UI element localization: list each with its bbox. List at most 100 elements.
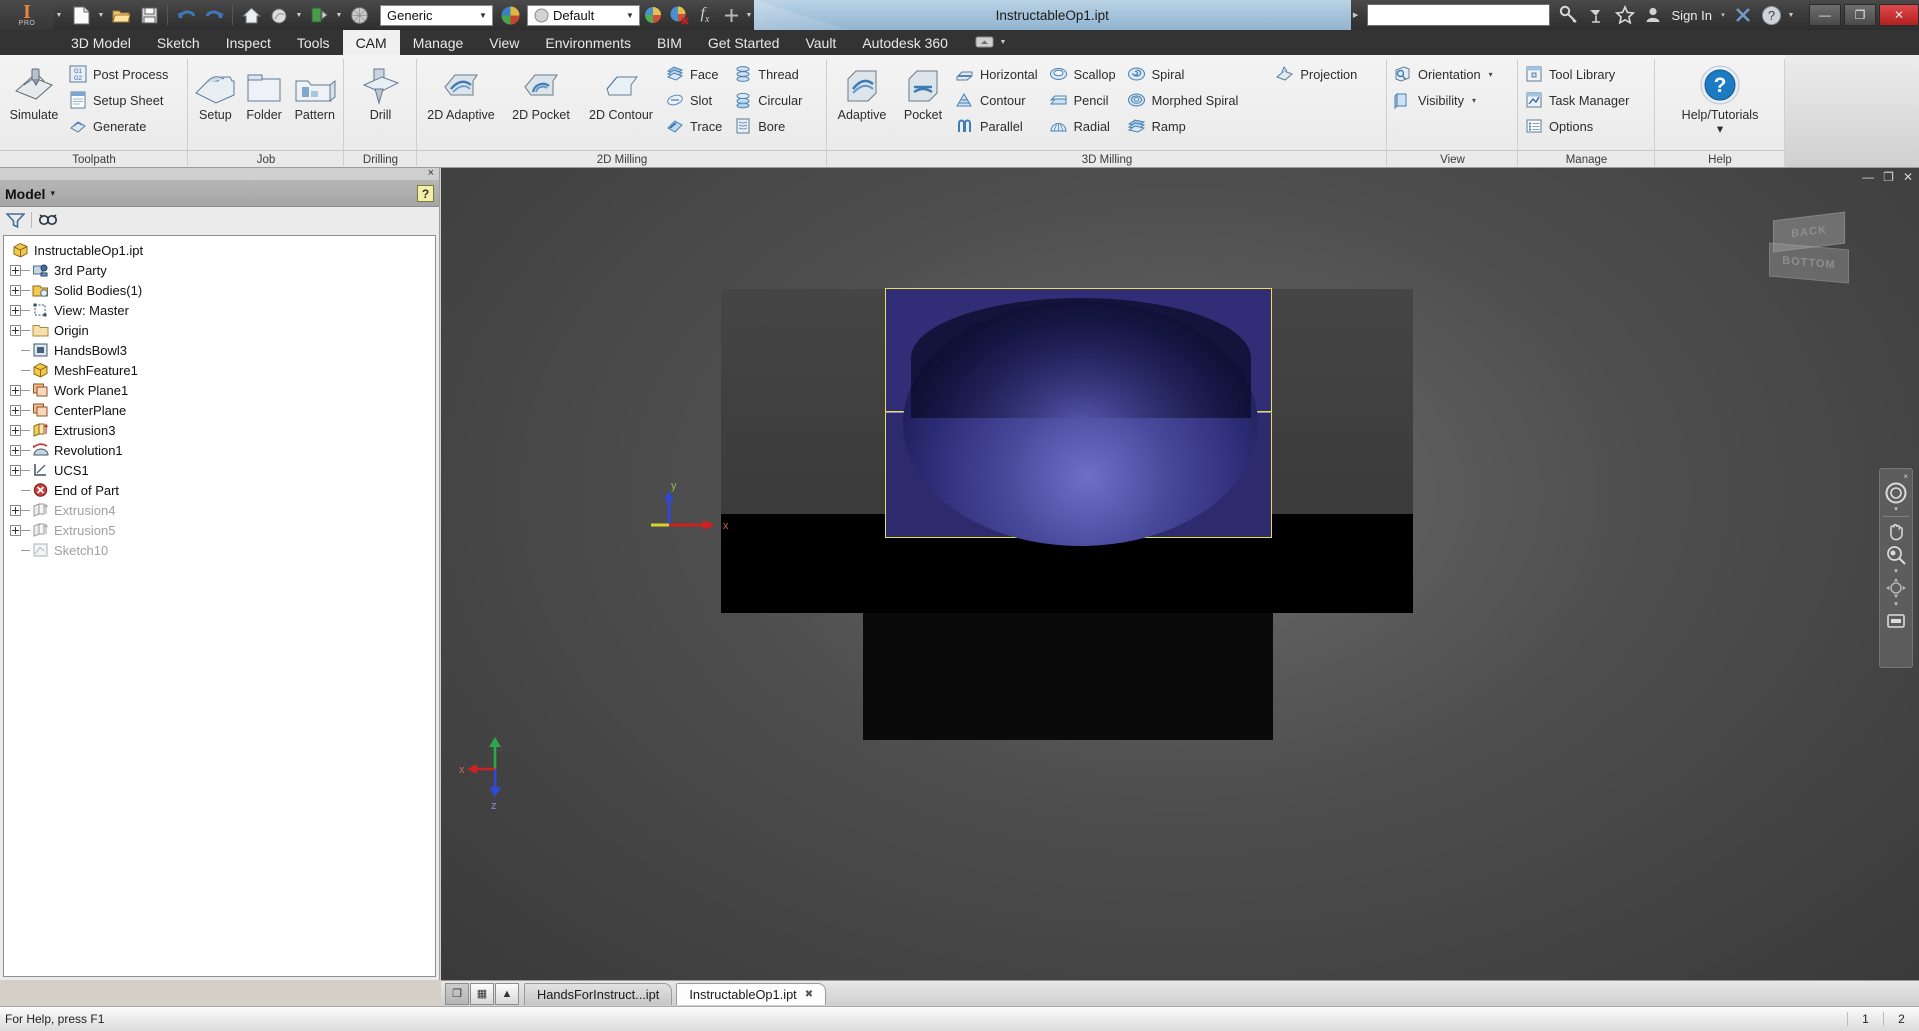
filter-icon[interactable] [6, 212, 25, 229]
tree-item-extrusion5[interactable]: Extrusion5 [4, 520, 435, 540]
sign-in-caret-icon[interactable]: ▾ [1718, 2, 1728, 28]
browser-help-icon[interactable]: ? [417, 185, 434, 202]
qat-save-file-button[interactable] [136, 2, 162, 28]
zoom-caret-icon[interactable]: ▾ [1894, 567, 1898, 576]
viewport-minimize-button[interactable]: — [1862, 170, 1874, 184]
3d-viewport[interactable]: — ❐ ✕ x y x z BACK BOTTOM × ▾ ▾ ▾ [441, 168, 1919, 980]
document-tab-instructableop1[interactable]: InstructableOp1.ipt ✖ [676, 982, 827, 1005]
2d-contour-button[interactable]: 2D Contour [580, 59, 662, 121]
help-tutorials-button[interactable]: ? Help/Tutorials ▾ [1662, 59, 1778, 136]
view-cube-bottom-face[interactable]: BOTTOM [1769, 242, 1849, 284]
ramp-button[interactable]: Ramp [1124, 113, 1247, 139]
document-tab-handsforinstruct[interactable]: HandsForInstruct...ipt [524, 982, 673, 1005]
expand-icon[interactable] [10, 304, 21, 316]
steering-wheel-caret-icon[interactable]: ▾ [1894, 505, 1898, 514]
qat-appearance-button[interactable] [266, 2, 292, 28]
help-caret-icon[interactable]: ▼ [1786, 2, 1796, 28]
ribbon-tab-view[interactable]: View [476, 30, 532, 55]
expand-icon[interactable] [10, 424, 21, 436]
appearance-combo-caret-icon[interactable]: ▼ [623, 11, 637, 20]
ribbon-tab-get-started[interactable]: Get Started [695, 30, 793, 55]
appearance-combo[interactable]: Default ▼ [527, 4, 640, 26]
orbit-caret-icon[interactable]: ▾ [1894, 600, 1898, 609]
tree-item-work-plane1[interactable]: Work Plane1 [4, 380, 435, 400]
contour-button[interactable]: Contour [952, 87, 1046, 113]
tree-item-instructableop1[interactable]: InstructableOp1.ipt [4, 240, 435, 260]
add-to-qat-button[interactable] [718, 2, 744, 28]
ribbon-tab-inspect[interactable]: Inspect [213, 30, 284, 55]
model-tree[interactable]: InstructableOp1.ipt 3rd Party Solid Bodi… [3, 235, 436, 977]
application-menu-caret-icon[interactable]: ▼ [54, 2, 64, 28]
navigation-bar[interactable]: × ▾ ▾ ▾ [1879, 468, 1913, 668]
expand-icon[interactable] [10, 404, 21, 416]
expand-icon[interactable] [10, 524, 21, 536]
ribbon-tab-environments[interactable]: Environments [532, 30, 644, 55]
pattern-button[interactable]: Pattern [289, 59, 342, 121]
help-tutorials-caret-icon[interactable]: ▾ [1717, 121, 1723, 136]
spiral-button[interactable]: Spiral [1124, 61, 1247, 87]
browser-title-caret-icon[interactable]: ▾ [50, 188, 55, 199]
trace-button[interactable]: Trace [662, 113, 730, 139]
qat-return-caret-icon[interactable]: ▼ [334, 2, 344, 28]
person-icon[interactable] [1640, 2, 1666, 28]
setup-sheet-button[interactable]: Setup Sheet [65, 87, 176, 113]
tile-windows-button[interactable]: ▦ [470, 982, 494, 1005]
ribbon-tab-vault[interactable]: Vault [792, 30, 849, 55]
qat-home-view-button[interactable] [238, 2, 264, 28]
expand-icon[interactable] [10, 324, 21, 336]
expand-icon[interactable] [10, 464, 21, 476]
expand-icon[interactable] [10, 284, 21, 296]
ribbon-tab-cam[interactable]: CAM [342, 30, 400, 55]
qat-shadows-button[interactable] [346, 2, 372, 28]
radial-button[interactable]: Radial [1046, 113, 1124, 139]
qat-redo-button[interactable] [201, 2, 227, 28]
star-icon[interactable] [1612, 2, 1638, 28]
material-color-button[interactable] [497, 2, 523, 28]
bore-button[interactable]: Bore [730, 113, 810, 139]
close-button[interactable]: ✕ [1879, 4, 1919, 26]
2d-pocket-button[interactable]: 2D Pocket [502, 59, 580, 121]
material-combo-caret-icon[interactable]: ▼ [476, 11, 490, 20]
qat-undo-button[interactable] [173, 2, 199, 28]
steering-wheel-icon[interactable] [1883, 481, 1909, 505]
key-icon[interactable] [1556, 2, 1582, 28]
options-button[interactable]: Options [1521, 113, 1637, 139]
satellite-icon[interactable] [1584, 2, 1610, 28]
tree-item-centerplane[interactable]: CenterPlane [4, 400, 435, 420]
visibility-button[interactable]: Visibility ▾ [1390, 87, 1501, 113]
exchange-apps-icon[interactable] [1730, 2, 1756, 28]
view-cube[interactable]: BACK BOTTOM [1767, 211, 1857, 284]
zoom-icon[interactable] [1883, 543, 1909, 567]
expand-icon[interactable] [10, 444, 21, 456]
expand-icon[interactable] [10, 384, 21, 396]
pocket-button[interactable]: Pocket [894, 59, 952, 121]
simulate-button[interactable]: Simulate [3, 59, 65, 121]
qat-new-file-button[interactable] [68, 2, 94, 28]
slot-button[interactable]: Slot [662, 87, 730, 113]
clear-appearance-button[interactable] [666, 2, 692, 28]
tree-item-3rd-party[interactable]: 3rd Party [4, 260, 435, 280]
tree-item-end-of-part[interactable]: End of Part [4, 480, 435, 500]
tree-item-extrusion4[interactable]: Extrusion4 [4, 500, 435, 520]
ribbon-minimize-caret-icon[interactable]: ▼ [998, 29, 1008, 55]
orientation-caret-icon[interactable]: ▾ [1489, 70, 1493, 79]
orientation-button[interactable]: Orientation ▾ [1390, 61, 1501, 87]
find-icon[interactable] [38, 212, 59, 229]
ribbon-tab-manage[interactable]: Manage [400, 30, 477, 55]
tree-item-solid-bodies[interactable]: Solid Bodies(1) [4, 280, 435, 300]
tree-item-ucs1[interactable]: UCS1 [4, 460, 435, 480]
qat-overflow-caret-icon[interactable]: ▼ [744, 2, 754, 28]
orbit-icon[interactable] [1883, 576, 1909, 600]
sign-in-button[interactable]: Sign In [1668, 8, 1716, 23]
viewport-restore-button[interactable]: ❐ [1883, 170, 1894, 184]
search-expand-caret-icon[interactable]: ▶ [1351, 2, 1361, 28]
ribbon-minimize-button[interactable] [975, 35, 994, 49]
parallel-button[interactable]: Parallel [952, 113, 1046, 139]
browser-close-icon[interactable]: × [428, 167, 434, 179]
folder-button[interactable]: Folder [240, 59, 289, 121]
adaptive-button[interactable]: Adaptive [830, 59, 894, 121]
search-input[interactable] [1366, 4, 1550, 26]
help-question-circle-icon[interactable]: ? [1758, 2, 1784, 28]
tree-item-origin[interactable]: Origin [4, 320, 435, 340]
ribbon-tab-sketch[interactable]: Sketch [144, 30, 213, 55]
